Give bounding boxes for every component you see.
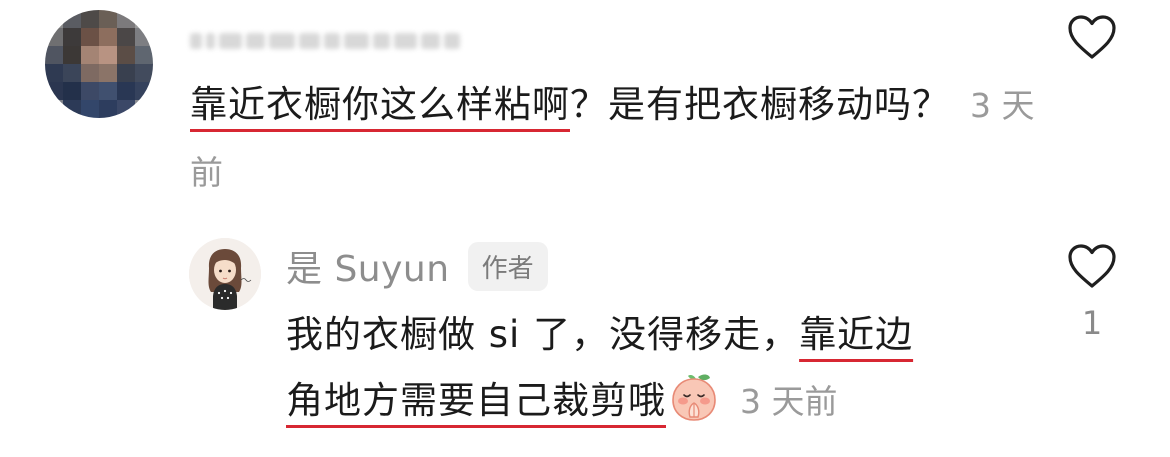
comment-text-highlight: 靠近衣橱你这么样粘啊 (190, 83, 570, 126)
reply-time: 3 天前 (740, 382, 838, 421)
author-badge: 作者 (467, 241, 548, 291)
reply-text: 我的衣橱做 si 了，没得移走，靠近边角地方需要自己裁剪哦 3 天前 (286, 302, 1046, 435)
praying-peach-emoji-icon (668, 371, 720, 423)
reply-like-heart-icon[interactable] (1067, 243, 1117, 289)
commenter-username-blurred[interactable] (190, 26, 460, 56)
reply-text-plain: 我的衣橱做 si 了，没得移走， (286, 313, 800, 356)
commenter-avatar[interactable] (45, 10, 153, 118)
comment-text-rest: ？是有把衣橱移动吗？ (570, 83, 950, 126)
comment-text: 靠近衣橱你这么样粘啊？是有把衣橱移动吗？ 3 天前 (190, 72, 1050, 206)
reply-like-count: 1 (1081, 304, 1103, 342)
reply-username[interactable]: 是 Suyun (286, 240, 450, 292)
reply-text-highlight-2: 角地方需要自己裁剪哦 (286, 379, 666, 422)
reply-header: 是 Suyun 作者 (286, 241, 548, 291)
comment-like-heart-icon[interactable] (1067, 14, 1117, 60)
reply-text-highlight-1: 靠近边 (799, 313, 914, 356)
author-avatar[interactable] (189, 238, 261, 310)
